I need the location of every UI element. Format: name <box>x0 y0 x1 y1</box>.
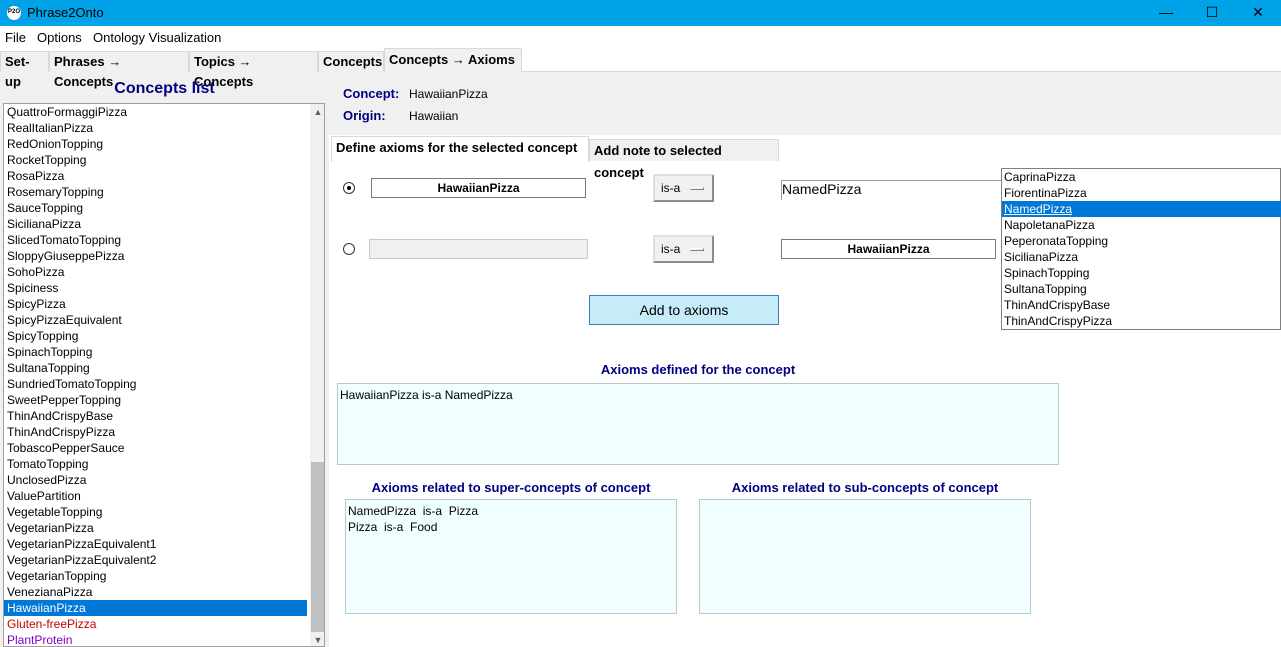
dropdown-indicator-icon <box>690 187 704 190</box>
axiom-row2-relation-dropdown[interactable]: is-a <box>653 235 714 263</box>
list-item[interactable]: RedOnionTopping <box>4 136 307 152</box>
list-item[interactable]: SauceTopping <box>4 200 307 216</box>
tab-concepts-axioms[interactable]: Concepts → Axioms <box>384 48 522 73</box>
list-item[interactable]: HawaiianPizza <box>4 600 307 616</box>
axiom-row2-relation-label: is-a <box>661 242 681 256</box>
axiom-row2-radio[interactable] <box>343 243 355 255</box>
object-list-item[interactable]: SicilianaPizza <box>1002 249 1281 265</box>
list-item[interactable]: UnclosedPizza <box>4 472 307 488</box>
object-list-item[interactable]: NamedPizza <box>1002 201 1281 217</box>
list-item[interactable]: SpicyPizzaEquivalent <box>4 312 307 328</box>
list-item[interactable]: VegetableTopping <box>4 504 307 520</box>
axiom-row1-radio[interactable] <box>343 182 355 194</box>
list-item[interactable]: RealItalianPizza <box>4 120 307 136</box>
dropdown-indicator-icon <box>690 248 704 251</box>
axiom-row1-object-input[interactable]: NamedPizza <box>781 180 1001 200</box>
object-list-item[interactable]: SpinachTopping <box>1002 265 1281 281</box>
tab-topics-concepts[interactable]: Topics → Concepts <box>189 51 318 89</box>
object-list-item[interactable]: NapoletanaPizza <box>1002 217 1281 233</box>
list-item[interactable]: SicilianaPizza <box>4 216 307 232</box>
list-item[interactable]: VegetarianPizza <box>4 520 307 536</box>
tab-phrases-concepts[interactable]: Phrases → Concepts <box>49 51 189 89</box>
list-item[interactable]: VegetarianPizzaEquivalent1 <box>4 536 307 552</box>
list-item[interactable]: SpinachTopping <box>4 344 307 360</box>
axiom-row1-subject[interactable]: HawaiianPizza <box>371 178 586 198</box>
list-item[interactable]: SloppyGiuseppePizza <box>4 248 307 264</box>
tab-concepts[interactable]: Concepts <box>318 51 384 72</box>
super-axioms-textarea[interactable]: NamedPizza is-a Pizza Pizza is-a Food <box>345 499 677 614</box>
list-item[interactable]: TomatoTopping <box>4 456 307 472</box>
scroll-up-icon[interactable]: ▲ <box>310 104 324 120</box>
close-button[interactable]: ✕ <box>1235 0 1281 26</box>
menu-bar: File Options Ontology Visualization <box>0 26 1281 48</box>
object-list-item[interactable]: ThinAndCrispyPizza <box>1002 313 1281 329</box>
list-item[interactable]: TobascoPepperSauce <box>4 440 307 456</box>
scroll-thumb[interactable] <box>311 462 324 632</box>
window-title: Phrase2Onto <box>27 5 104 20</box>
axiom-row1-relation-label: is-a <box>661 181 681 195</box>
subtab-add-note[interactable]: Add note to selected concept <box>589 139 779 180</box>
list-item[interactable]: VegetarianPizzaEquivalent2 <box>4 552 307 568</box>
super-axioms-title: Axioms related to super-concepts of conc… <box>371 480 651 495</box>
list-item[interactable]: VegetarianTopping <box>4 568 307 584</box>
origin-value: Hawaiian <box>409 109 459 123</box>
tab-setup[interactable]: Set-up <box>0 51 49 89</box>
menu-ontology-visualization[interactable]: Ontology Visualization <box>93 30 221 45</box>
axioms-defined-title: Axioms defined for the concept <box>600 362 796 377</box>
object-list-item[interactable]: CaprinaPizza <box>1002 169 1281 185</box>
axiom-row1-relation-dropdown[interactable]: is-a <box>653 174 714 202</box>
object-list-item[interactable]: SultanaTopping <box>1002 281 1281 297</box>
minimize-button[interactable]: — <box>1143 0 1189 26</box>
list-item[interactable]: ThinAndCrispyPizza <box>4 424 307 440</box>
list-item[interactable]: ValuePartition <box>4 488 307 504</box>
scroll-down-icon[interactable]: ▼ <box>310 632 324 646</box>
origin-label: Origin: <box>343 108 386 123</box>
list-item[interactable]: SohoPizza <box>4 264 307 280</box>
list-item[interactable]: Spiciness <box>4 280 307 296</box>
subtab-define-axioms[interactable]: Define axioms for the selected concept <box>331 136 589 162</box>
object-concept-list[interactable]: CaprinaPizza FiorentinaPizza NamedPizza Nap… <box>1001 168 1281 330</box>
menu-options[interactable]: Options <box>37 30 82 45</box>
sub-axioms-title: Axioms related to sub-concepts of concep… <box>731 480 999 495</box>
list-item[interactable]: RosemaryTopping <box>4 184 307 200</box>
maximize-button[interactable]: ☐ <box>1189 0 1235 26</box>
concept-value: HawaiianPizza <box>409 87 488 101</box>
list-item[interactable]: Gluten-freePizza <box>4 616 307 632</box>
sub-axioms-textarea[interactable] <box>699 499 1031 614</box>
list-item[interactable]: SpicyPizza <box>4 296 307 312</box>
add-to-axioms-button[interactable]: Add to axioms <box>589 295 779 325</box>
concepts-list-title: Concepts list <box>114 80 215 97</box>
app-icon: P2O <box>7 6 21 20</box>
title-bar: P2O Phrase2Onto — ☐ ✕ <box>0 0 1281 26</box>
object-list-item[interactable]: FiorentinaPizza <box>1002 185 1281 201</box>
list-item[interactable]: SundriedTomatoTopping <box>4 376 307 392</box>
list-item[interactable]: RosaPizza <box>4 168 307 184</box>
concepts-scrollbar[interactable]: ▲ ▼ <box>310 104 324 646</box>
menu-file[interactable]: File <box>5 30 26 45</box>
list-item[interactable]: PlantProtein <box>4 632 307 646</box>
list-item[interactable]: SultanaTopping <box>4 360 307 376</box>
list-item[interactable]: RocketTopping <box>4 152 307 168</box>
object-list-item[interactable]: ThinAndCrispyBase <box>1002 297 1281 313</box>
main-tabs: Set-up Phrases → Concepts Topics → Conce… <box>0 48 1281 89</box>
concepts-listbox[interactable]: PlantProtein Gluten-freePizza HawaiianPizz… <box>3 103 325 647</box>
list-item[interactable]: SpicyTopping <box>4 328 307 344</box>
object-list-item[interactable]: PeperonataTopping <box>1002 233 1281 249</box>
list-item[interactable]: QuattroFormaggiPizza <box>4 104 307 120</box>
axiom-row2-subject[interactable] <box>369 239 588 259</box>
list-item[interactable]: SlicedTomatoTopping <box>4 232 307 248</box>
app-icon-text: P2O <box>8 9 21 15</box>
concept-label: Concept: <box>343 86 400 101</box>
axioms-defined-textarea[interactable]: HawaiianPizza is-a NamedPizza <box>337 383 1059 465</box>
axiom-row2-object[interactable]: HawaiianPizza <box>781 239 996 259</box>
list-item[interactable]: ThinAndCrispyBase <box>4 408 307 424</box>
list-item[interactable]: SweetPepperTopping <box>4 392 307 408</box>
list-item[interactable]: VenezianaPizza <box>4 584 307 600</box>
